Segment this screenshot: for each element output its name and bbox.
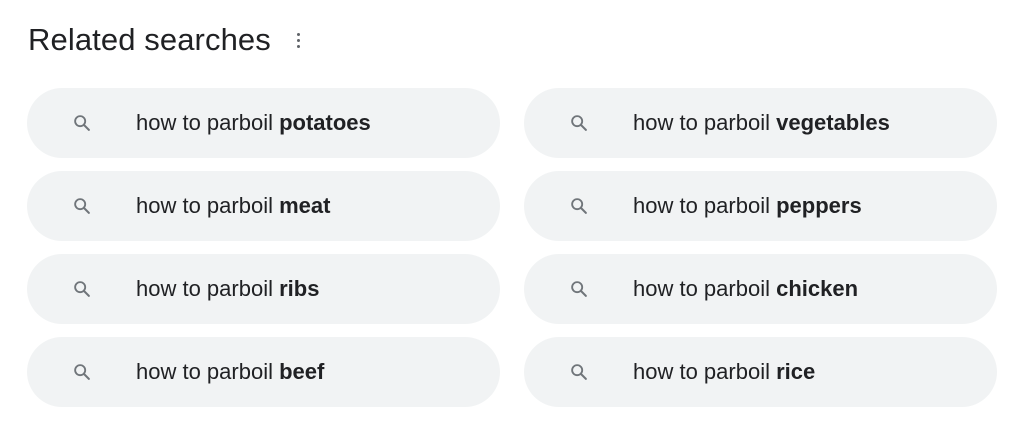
related-search-chip[interactable]: how to parboil potatoes bbox=[27, 88, 500, 158]
search-icon bbox=[74, 364, 90, 380]
related-search-label: how to parboil rice bbox=[633, 359, 816, 384]
related-search-chip[interactable]: how to parboil peppers bbox=[524, 171, 997, 241]
related-search-label: how to parboil meat bbox=[136, 193, 331, 218]
related-search-chip[interactable]: how to parboil vegetables bbox=[524, 88, 997, 158]
search-icon bbox=[571, 281, 587, 297]
more-vert-icon[interactable] bbox=[293, 26, 305, 54]
related-search-chip[interactable]: how to parboil ribs bbox=[27, 254, 500, 324]
search-icon bbox=[571, 364, 587, 380]
related-search-label: how to parboil peppers bbox=[633, 193, 862, 218]
search-icon bbox=[571, 115, 587, 131]
related-search-label: how to parboil potatoes bbox=[136, 110, 371, 135]
search-icon bbox=[74, 281, 90, 297]
related-search-label: how to parboil beef bbox=[136, 359, 325, 384]
related-search-chip[interactable]: how to parboil rice bbox=[524, 337, 997, 407]
related-search-label: how to parboil chicken bbox=[633, 276, 859, 301]
search-icon bbox=[74, 198, 90, 214]
related-searches-header: Related searches bbox=[28, 18, 305, 62]
related-search-label: how to parboil vegetables bbox=[633, 110, 890, 135]
search-icon bbox=[74, 115, 90, 131]
related-search-chip[interactable]: how to parboil beef bbox=[27, 337, 500, 407]
related-search-chip[interactable]: how to parboil chicken bbox=[524, 254, 997, 324]
section-title: Related searches bbox=[28, 22, 271, 57]
related-search-chip[interactable]: how to parboil meat bbox=[27, 171, 500, 241]
search-icon bbox=[571, 198, 587, 214]
related-search-label: how to parboil ribs bbox=[136, 276, 320, 301]
related-searches-grid: how to parboil potatoes how to parboil v… bbox=[27, 88, 997, 407]
